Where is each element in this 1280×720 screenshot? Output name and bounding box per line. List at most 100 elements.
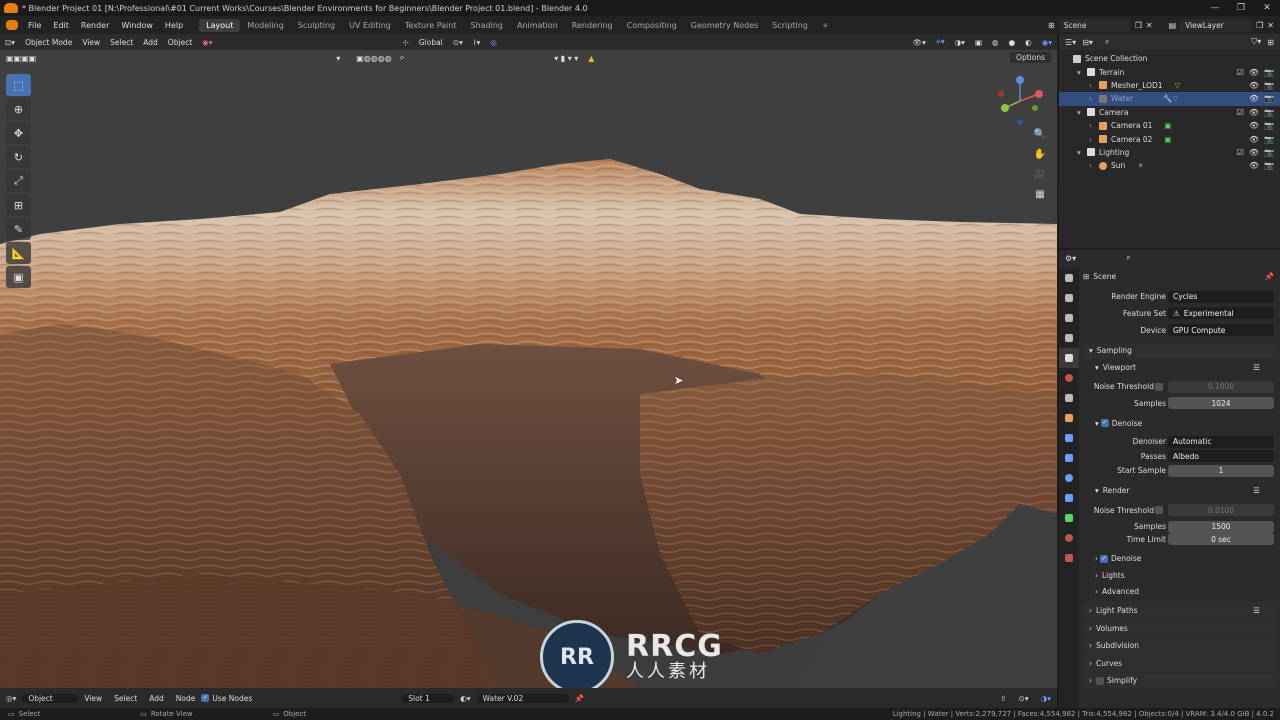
tab-shading[interactable]: Shading xyxy=(463,19,510,32)
r-denoise-subpanel[interactable]: › ✓ Denoise xyxy=(1083,551,1278,568)
passes-dropdown[interactable]: Albedo xyxy=(1168,450,1274,463)
viewport-menu-select[interactable]: Select xyxy=(105,38,138,47)
curves-panel[interactable]: › Curves xyxy=(1083,655,1278,672)
eye-icon[interactable]: 👁 xyxy=(1249,135,1259,144)
proportional-edit-icon[interactable]: ◎ xyxy=(485,38,502,47)
scene-selector[interactable]: Scene xyxy=(1058,18,1131,32)
shading-solid-icon[interactable]: ● xyxy=(1004,38,1021,47)
gizmo-toggle-icon[interactable]: ◉▾ xyxy=(197,38,217,47)
annotate-icon[interactable]: ✎ xyxy=(6,218,31,240)
feature-set-dropdown[interactable]: ⚠ Experimental xyxy=(1168,307,1274,320)
add-workspace-icon[interactable]: + xyxy=(815,19,836,32)
node-menu-view[interactable]: View xyxy=(78,694,108,703)
tab-collection-icon[interactable] xyxy=(1059,388,1079,408)
tab-texture-paint[interactable]: Texture Paint xyxy=(398,19,464,32)
eye-icon[interactable]: 👁 xyxy=(1249,94,1259,103)
tab-animation[interactable]: Animation xyxy=(510,19,565,32)
tab-compositing[interactable]: Compositing xyxy=(620,19,684,32)
perspective-toggle-icon[interactable]: ▦ xyxy=(1031,189,1049,209)
shading-rendered-icon[interactable]: ◉▾ xyxy=(1037,38,1057,47)
filter-icons[interactable]: ▣◍◍◍◍ xyxy=(356,54,391,63)
node-menu-select[interactable]: Select xyxy=(108,694,143,703)
tab-modeling[interactable]: Modeling xyxy=(240,19,290,32)
shading-wireframe-icon[interactable]: ◍ xyxy=(987,38,1004,47)
tab-rendering[interactable]: Rendering xyxy=(565,19,620,32)
device-dropdown[interactable]: GPU Compute xyxy=(1168,324,1274,337)
tab-output-icon[interactable] xyxy=(1059,308,1079,328)
measure-icon[interactable]: 📐 xyxy=(6,242,31,264)
simplify-panel[interactable]: › Simplify xyxy=(1083,672,1278,690)
tab-scene-icon[interactable] xyxy=(1059,348,1079,368)
3d-viewport[interactable]: ⊡▾ Object Mode View Select Add Object ◉▾… xyxy=(0,34,1057,688)
vp-samples-field[interactable]: 1024 xyxy=(1168,397,1274,410)
minimize-icon[interactable]: — xyxy=(1202,3,1228,13)
r-noise-threshold-field[interactable]: 0.0100 xyxy=(1168,504,1274,517)
overlays-icon[interactable]: ◑▾ xyxy=(950,38,970,47)
new-viewlayer-icon[interactable]: ❐ xyxy=(1256,21,1263,30)
new-collection-icon[interactable]: ⊞ xyxy=(1267,38,1274,47)
eye-icon[interactable]: 👁 xyxy=(1249,108,1259,117)
pivot-icon[interactable]: ⊙▾ xyxy=(448,38,468,47)
checkbox-icon[interactable]: ☑ xyxy=(1237,68,1244,77)
subdivision-panel[interactable]: › Subdivision xyxy=(1083,637,1278,655)
viewport-menu-add[interactable]: Add xyxy=(138,38,163,47)
camera-render-icon[interactable]: 📷 xyxy=(1264,121,1274,130)
outliner-row-terrain[interactable]: ▾ Terrain ☑ 👁 📷 xyxy=(1059,65,1280,78)
tab-data-icon[interactable] xyxy=(1059,508,1079,528)
select-mode-icons[interactable]: ▣▣▣▣ xyxy=(6,54,36,63)
viewlayer-selector[interactable]: ViewLayer xyxy=(1180,18,1253,32)
tab-sculpting[interactable]: Sculpting xyxy=(291,19,342,32)
tab-material-icon[interactable] xyxy=(1059,528,1079,548)
select-box-icon[interactable]: ⬚ xyxy=(6,74,31,96)
new-scene-icon[interactable]: ❐ xyxy=(1135,21,1142,30)
menu-edit[interactable]: Edit xyxy=(47,21,75,30)
r-noise-threshold-checkbox[interactable] xyxy=(1155,506,1163,515)
checkbox-icon[interactable]: ☑ xyxy=(1237,108,1244,117)
shader-editor-type-icon[interactable]: ◎▾ xyxy=(0,694,22,703)
time-limit-field[interactable]: 0 sec xyxy=(1168,533,1274,546)
outliner-row-camera[interactable]: ▾ Camera ☑ 👁 📷 xyxy=(1059,106,1280,119)
camera-render-icon[interactable]: 📷 xyxy=(1264,161,1274,170)
camera-render-icon[interactable]: 📷 xyxy=(1264,148,1274,157)
advanced-subpanel[interactable]: › Advanced xyxy=(1083,584,1278,601)
outliner-row-sun[interactable]: › Sun ☀ 👁 📷 xyxy=(1059,159,1280,172)
navigation-gizmo[interactable] xyxy=(993,74,1047,128)
move-icon[interactable]: ✥ xyxy=(6,122,31,144)
snap-icon[interactable]: ⌇▾ xyxy=(468,38,485,47)
node-menu-add[interactable]: Add xyxy=(143,694,170,703)
mode-dropdown[interactable]: Object Mode xyxy=(20,38,77,47)
camera-render-icon[interactable]: 📷 xyxy=(1264,94,1274,103)
node-menu-node[interactable]: Node xyxy=(170,694,202,703)
visibility-icon[interactable]: 👁▾ xyxy=(908,38,931,47)
pan-icon[interactable]: ✋ xyxy=(1031,149,1049,169)
tab-texture-icon[interactable] xyxy=(1059,548,1079,568)
outliner-row-scene-collection[interactable]: Scene Collection xyxy=(1059,52,1280,65)
slot-dropdown[interactable]: Slot 1 xyxy=(402,693,455,703)
eye-icon[interactable]: 👁 xyxy=(1249,121,1259,130)
properties-search-icon[interactable]: ⌕ xyxy=(1126,253,1130,263)
eye-icon[interactable]: 👁 xyxy=(1249,148,1259,157)
menu-help[interactable]: Help xyxy=(159,21,189,30)
options-dropdown[interactable]: Options xyxy=(1010,52,1051,63)
tab-constraints-icon[interactable] xyxy=(1059,488,1079,508)
use-nodes-checkbox[interactable]: ✓ xyxy=(201,694,210,702)
transform-icon[interactable]: ⊞ xyxy=(6,194,31,216)
tab-tool-icon[interactable] xyxy=(1059,268,1079,288)
xray-icon[interactable]: ▣ xyxy=(970,38,987,47)
outliner-row-camera-01[interactable]: › Camera 01 ▣ 👁 📷 xyxy=(1059,119,1280,132)
sampling-panel-header[interactable]: ▾ Sampling xyxy=(1083,342,1278,359)
add-cube-icon[interactable]: ▣ xyxy=(6,266,31,288)
camera-render-icon[interactable]: 📷 xyxy=(1264,108,1274,117)
viewport-gizmo-icon[interactable]: ⟡▾ xyxy=(931,37,950,47)
outliner-row-water[interactable]: › Water 🔧▽ 👁 📷 xyxy=(1059,92,1280,106)
close-icon[interactable]: ✕ xyxy=(1254,3,1280,13)
camera-render-icon[interactable]: 📷 xyxy=(1264,81,1274,90)
tab-layout[interactable]: Layout xyxy=(199,18,241,32)
eye-icon[interactable]: 👁 xyxy=(1249,161,1259,170)
menu-render[interactable]: Render xyxy=(75,21,115,30)
denoiser-dropdown[interactable]: Automatic xyxy=(1168,435,1274,448)
tab-scripting[interactable]: Scripting xyxy=(765,19,815,32)
tab-uv-editing[interactable]: UV Editing xyxy=(342,19,398,32)
tab-modifier-icon[interactable] xyxy=(1059,428,1079,448)
blender-menu-icon[interactable] xyxy=(6,20,18,30)
